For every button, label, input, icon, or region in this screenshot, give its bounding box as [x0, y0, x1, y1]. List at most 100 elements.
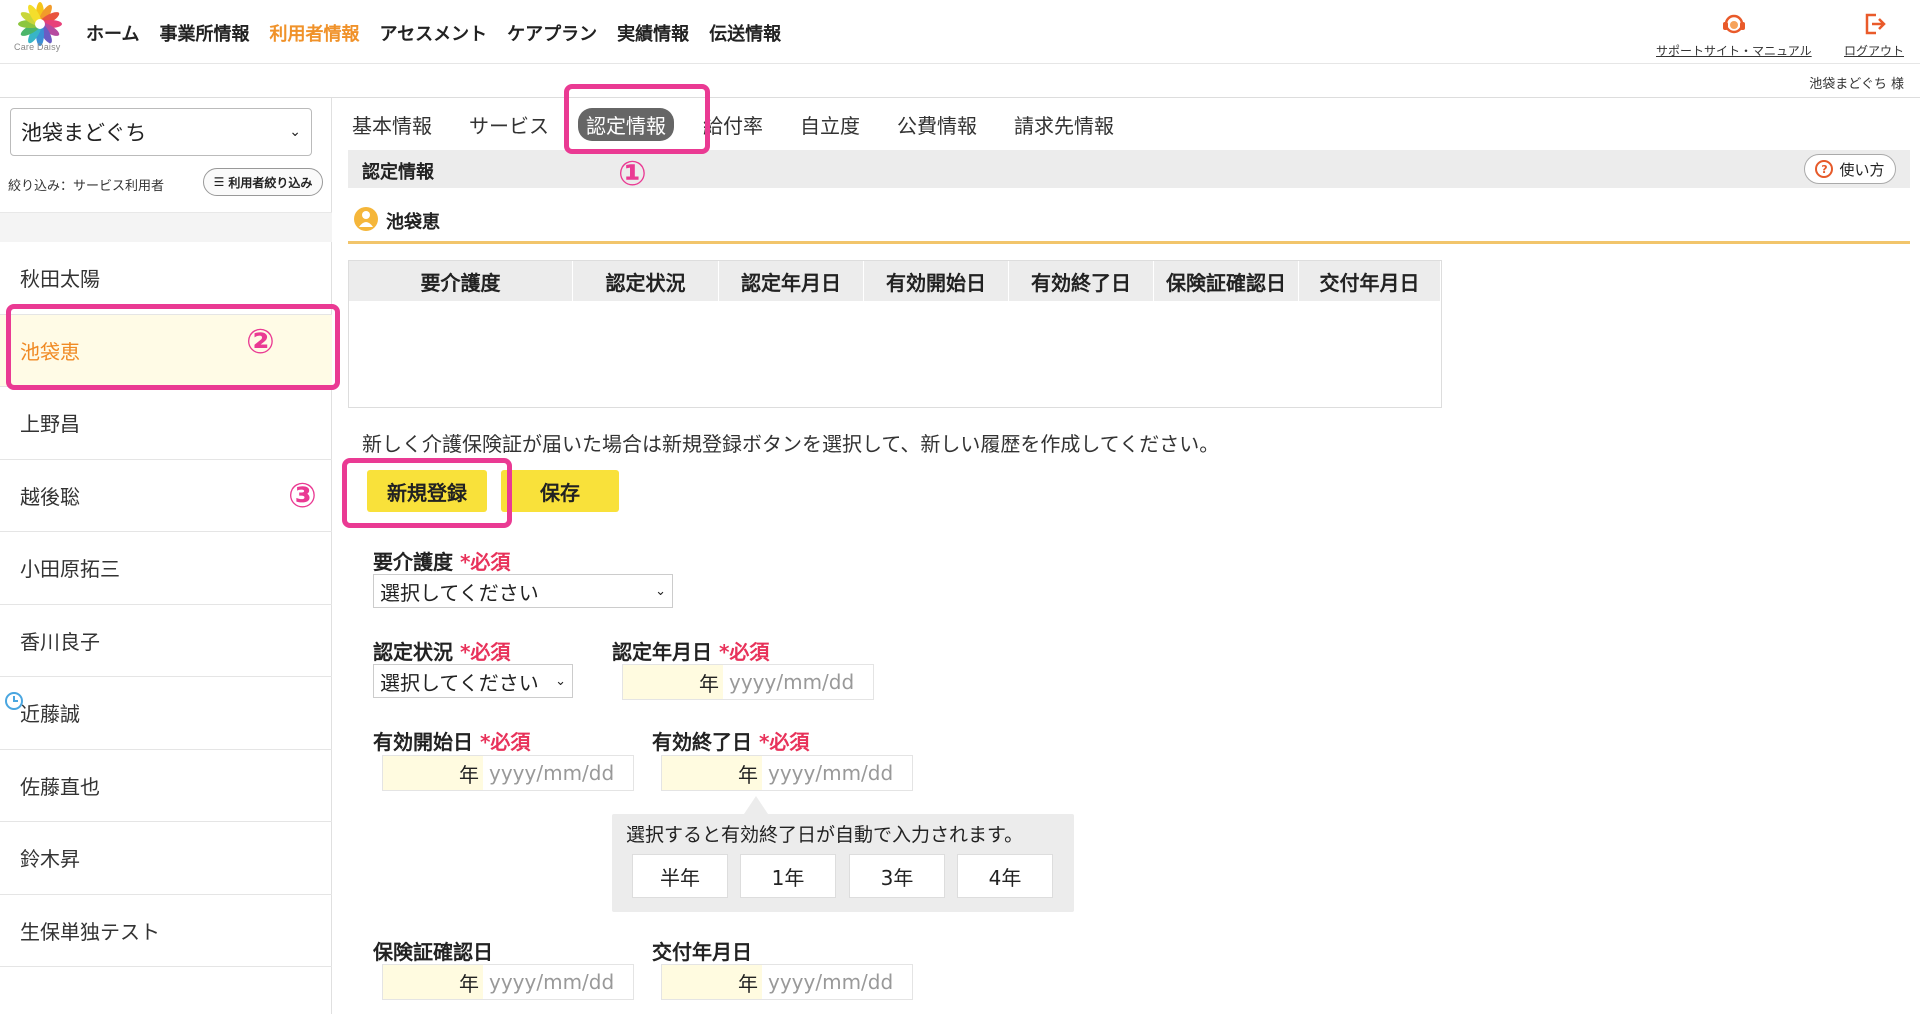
logout-link-label: ログアウト: [1844, 44, 1905, 58]
office-select-value: 池袋まどぐち: [21, 121, 147, 145]
duration-4-year-button[interactable]: 4年: [957, 854, 1053, 898]
user-list-item[interactable]: 佐藤直也: [0, 750, 332, 822]
tab-service[interactable]: サービス: [469, 110, 549, 139]
user-filter-button-label: 利用者絞り込み: [228, 175, 313, 190]
year-unit: 年: [383, 965, 483, 999]
user-list-item[interactable]: 越後聡: [0, 460, 332, 532]
user-name: 上野昌: [20, 412, 80, 437]
user-name: 越後聡: [20, 484, 80, 509]
care-level-label-text: 要介護度: [373, 550, 453, 574]
user-list-item[interactable]: 小田原拓三: [0, 532, 332, 605]
required-mark: *必須: [718, 640, 770, 664]
user-list-item[interactable]: 鈴木昇: [0, 822, 332, 895]
col-valid-end: 有効終了日: [1009, 261, 1154, 301]
user-list-item[interactable]: 近藤誠: [0, 677, 332, 750]
user-name: 佐藤直也: [20, 774, 100, 799]
user-name: 鈴木昇: [20, 847, 80, 872]
issue-date-input[interactable]: 年 yyyy/mm/dd: [661, 964, 913, 1000]
selected-person-row: 池袋恵: [348, 200, 1910, 244]
required-mark: *必須: [758, 730, 810, 754]
tab-independence[interactable]: 自立度: [800, 110, 860, 139]
care-level-select-value: 選択してください: [380, 580, 539, 605]
nav-assessment[interactable]: アセスメント: [379, 20, 487, 46]
table-header-row: 要介護度 認定状況 認定年月日 有効開始日 有効終了日 保険証確認日 交付年月日: [349, 261, 1441, 301]
valid-end-input[interactable]: 年 yyyy/mm/dd: [661, 755, 913, 791]
nav-care-plan[interactable]: ケアプラン: [507, 20, 597, 46]
date-placeholder: yyyy/mm/dd: [762, 965, 912, 999]
user-name: 小田原拓三: [20, 557, 120, 582]
user-filter-button[interactable]: ☰ 利用者絞り込み: [203, 168, 323, 196]
logged-in-user: 池袋まどぐち 様: [1809, 77, 1904, 92]
support-link-label: サポートサイト・マニュアル: [1656, 44, 1812, 58]
valid-start-input[interactable]: 年 yyyy/mm/dd: [382, 755, 634, 791]
main-nav: ホーム 事業所情報 利用者情報 アセスメント ケアプラン 実績情報 伝送情報: [86, 20, 801, 46]
office-select[interactable]: 池袋まどぐち ⌄: [10, 108, 312, 156]
howto-button[interactable]: ? 使い方: [1804, 154, 1896, 184]
tooltip-text: 選択すると有効終了日が自動で入力されます。: [626, 824, 1024, 846]
tooltip-arrow: [744, 796, 768, 814]
required-mark: *必須: [459, 640, 511, 664]
insurance-check-input[interactable]: 年 yyyy/mm/dd: [382, 964, 634, 1000]
date-placeholder: yyyy/mm/dd: [723, 665, 873, 699]
highlight-box-user: [6, 304, 340, 390]
user-name: 香川良子: [20, 629, 100, 654]
year-unit: 年: [662, 756, 762, 790]
user-list-item[interactable]: 香川良子: [0, 605, 332, 677]
nav-office-info[interactable]: 事業所情報: [159, 20, 249, 46]
care-level-select[interactable]: 選択してください ⌄: [373, 574, 673, 608]
cert-status-select[interactable]: 選択してください ⌄: [373, 664, 573, 698]
col-cert-status: 認定状況: [573, 261, 719, 301]
new-registration-notice: 新しく介護保険証が届いた場合は新規登録ボタンを選択して、新しい履歴を作成してくだ…: [362, 432, 1220, 456]
filter-separator: [0, 212, 332, 242]
year-unit: 年: [623, 665, 723, 699]
logo-text: Care Daisy: [14, 42, 61, 52]
annotation-number-1: ①: [618, 154, 647, 194]
nav-user-info[interactable]: 利用者情報: [269, 20, 359, 46]
duration-tooltip: 選択すると有効終了日が自動で入力されます。 半年 1年 3年 4年: [612, 814, 1074, 912]
year-unit: 年: [383, 756, 483, 790]
app-root: Care Daisy ホーム 事業所情報 利用者情報 アセスメント ケアプラン …: [0, 0, 1920, 1014]
filter-label: 絞り込み：サービス利用者: [8, 179, 165, 194]
top-header: Care Daisy ホーム 事業所情報 利用者情報 アセスメント ケアプラン …: [0, 0, 1920, 64]
highlight-box-new-button: [342, 458, 512, 528]
user-list-item[interactable]: 生保単独テスト: [0, 895, 332, 967]
highlight-box-cert-tab: [564, 84, 710, 154]
required-mark: *必須: [479, 730, 531, 754]
question-icon: ?: [1815, 160, 1834, 178]
issue-date-label: 交付年月日: [652, 940, 752, 964]
nav-transmission[interactable]: 伝送情報: [709, 20, 781, 46]
valid-end-label-text: 有効終了日: [652, 730, 752, 754]
col-cert-date: 認定年月日: [719, 261, 864, 301]
col-issue-date: 交付年月日: [1299, 261, 1441, 301]
howto-button-label: 使い方: [1839, 160, 1885, 179]
filter-icon: ☰: [213, 175, 225, 189]
cert-date-label: 認定年月日 *必須: [612, 636, 769, 665]
date-placeholder: yyyy/mm/dd: [483, 965, 633, 999]
person-icon: [354, 207, 378, 231]
nav-records[interactable]: 実績情報: [617, 20, 689, 46]
headset-icon: [1722, 14, 1745, 34]
user-list-item[interactable]: 上野昌: [0, 387, 332, 460]
tab-benefit-rate[interactable]: 給付率: [703, 110, 763, 139]
cert-status-label: 認定状況 *必須: [373, 636, 510, 665]
valid-start-label-text: 有効開始日: [373, 730, 473, 754]
user-info-tabs: 基本情報 サービス 認定情報 給付率 自立度 公費情報 請求先情報: [352, 108, 1151, 141]
save-button[interactable]: 保存: [501, 470, 619, 512]
tab-public-expense[interactable]: 公費情報: [897, 110, 977, 139]
nav-home[interactable]: ホーム: [86, 20, 139, 46]
clock-icon: [5, 692, 23, 710]
col-care-level: 要介護度: [349, 261, 573, 301]
logout-icon: [1865, 13, 1886, 35]
tab-billing[interactable]: 請求先情報: [1014, 110, 1114, 139]
user-name: 近藤誠: [20, 702, 80, 727]
cert-date-input[interactable]: 年 yyyy/mm/dd: [622, 664, 874, 700]
cert-status-label-text: 認定状況: [373, 640, 453, 664]
duration-3-year-button[interactable]: 3年: [849, 854, 945, 898]
duration-half-year-button[interactable]: 半年: [632, 854, 728, 898]
user-name: 生保単独テスト: [20, 919, 160, 944]
annotation-number-3: ③: [288, 476, 317, 516]
support-link[interactable]: サポートサイト・マニュアル: [1656, 10, 1812, 59]
tab-basic-info[interactable]: 基本情報: [352, 110, 432, 139]
logout-link[interactable]: ログアウト: [1844, 10, 1904, 59]
duration-1-year-button[interactable]: 1年: [740, 854, 836, 898]
